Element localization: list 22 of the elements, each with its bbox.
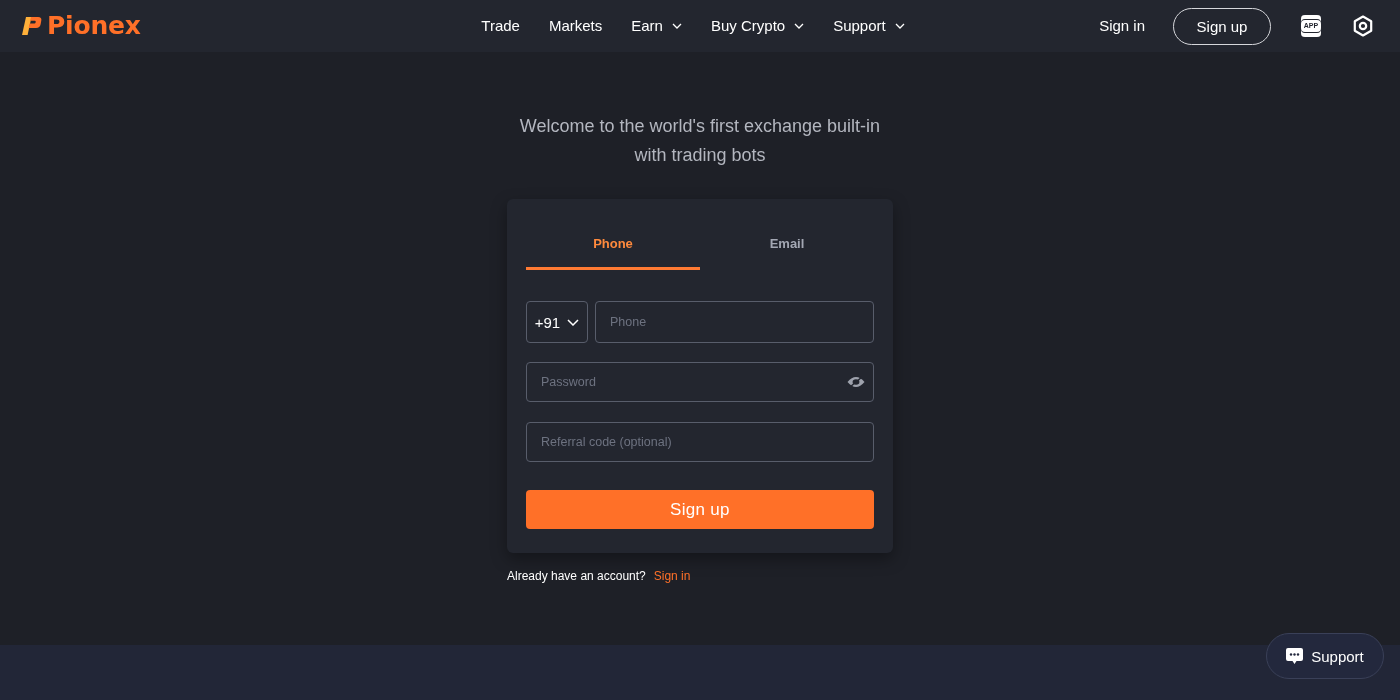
- nav-link[interactable]: Markets: [548, 16, 603, 36]
- nav-link[interactable]: Trade: [481, 16, 520, 36]
- password-input[interactable]: Password: [526, 362, 874, 402]
- sign-in-link[interactable]: Sign in: [1099, 16, 1145, 36]
- support-chat-button[interactable]: Support: [1266, 633, 1384, 679]
- account-prompt-text: Already have an account?: [507, 568, 646, 584]
- welcome-heading: Welcome to the world's first exchange built-in with trading bots: [518, 115, 882, 167]
- nav-link[interactable]: Buy Crypto: [710, 16, 805, 36]
- nav-link[interactable]: Earn: [631, 16, 682, 36]
- logo-icon: [22, 17, 42, 35]
- settings-icon[interactable]: [1352, 15, 1374, 37]
- caret-icon: [567, 318, 580, 326]
- chat-bubble-icon: [1286, 648, 1304, 664]
- sign-in-link[interactable]: Sign in: [653, 568, 691, 584]
- tab[interactable]: Phone: [526, 225, 700, 270]
- logo-link[interactable]: Pionex: [22, 12, 141, 40]
- referral-code-input[interactable]: Referral code (optional): [526, 422, 874, 462]
- phone-input[interactable]: Phone: [595, 301, 874, 343]
- tab[interactable]: Email: [700, 225, 874, 270]
- eye-icon[interactable]: [847, 376, 865, 388]
- nav-link[interactable]: Support: [833, 16, 905, 36]
- country-code-select[interactable]: +91: [526, 301, 588, 343]
